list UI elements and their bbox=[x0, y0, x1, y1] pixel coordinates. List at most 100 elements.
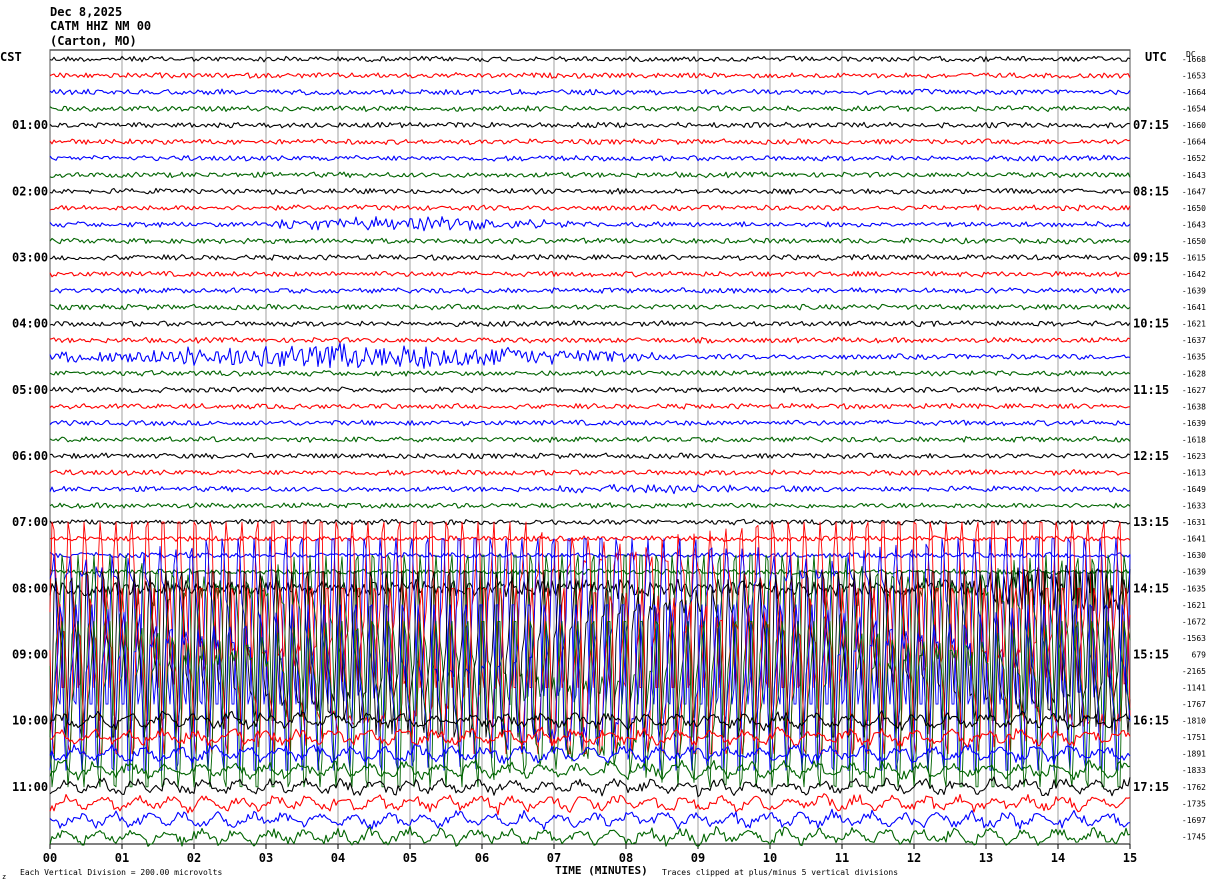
x-tick-label: 10 bbox=[763, 851, 777, 865]
dc-offset-label: -1653 bbox=[1182, 72, 1206, 81]
utc-time-label: 09:15 bbox=[1133, 250, 1169, 264]
x-tick-label: 05 bbox=[403, 851, 417, 865]
seismic-trace bbox=[49, 55, 1131, 63]
utc-time-label: 17:15 bbox=[1133, 780, 1169, 794]
dc-offset-label: -1654 bbox=[1182, 105, 1206, 114]
dc-offset-label: -1650 bbox=[1182, 237, 1206, 246]
seismic-trace bbox=[49, 187, 1131, 195]
utc-time-label: 16:15 bbox=[1133, 714, 1169, 728]
x-tick-label: 04 bbox=[331, 851, 345, 865]
seismic-trace bbox=[49, 369, 1131, 377]
x-tick-label: 00 bbox=[43, 851, 57, 865]
seismic-trace bbox=[49, 336, 1131, 344]
seismic-trace bbox=[49, 759, 1131, 781]
dc-offset-label: -1563 bbox=[1182, 634, 1206, 643]
dc-offset-label: -1668 bbox=[1182, 55, 1206, 64]
utc-time-label: 10:15 bbox=[1133, 317, 1169, 331]
x-tick-label: 01 bbox=[115, 851, 129, 865]
seismic-trace bbox=[49, 320, 1131, 328]
x-tick-label: 12 bbox=[907, 851, 921, 865]
x-tick-label: 14 bbox=[1051, 851, 1065, 865]
dc-offset-label: -1635 bbox=[1182, 584, 1206, 593]
dc-offset-label: -1643 bbox=[1182, 171, 1206, 180]
utc-time-label: 07:15 bbox=[1133, 118, 1169, 132]
utc-time-label: 13:15 bbox=[1133, 515, 1169, 529]
cst-time-label: 10:00 bbox=[12, 714, 48, 728]
dc-offset-label: -1697 bbox=[1182, 816, 1206, 825]
cst-time-label: 02:00 bbox=[12, 184, 48, 198]
dc-offset-label: -1652 bbox=[1182, 154, 1206, 163]
x-tick-label: 03 bbox=[259, 851, 273, 865]
dc-offset-label: -1672 bbox=[1182, 617, 1206, 626]
seismic-trace bbox=[49, 303, 1131, 311]
x-tick-label: 02 bbox=[187, 851, 201, 865]
footer-clip-note: Traces clipped at plus/minus 5 vertical … bbox=[662, 868, 898, 877]
dc-offset-label: -1633 bbox=[1182, 502, 1206, 511]
seismic-trace bbox=[49, 72, 1131, 79]
seismic-trace bbox=[49, 270, 1130, 278]
x-tick-label: 13 bbox=[979, 851, 993, 865]
utc-time-label: 14:15 bbox=[1133, 581, 1169, 595]
dc-offset-label: -1891 bbox=[1182, 750, 1206, 759]
seismic-trace bbox=[49, 793, 1131, 816]
x-tick-label: 15 bbox=[1123, 851, 1137, 865]
dc-offset-label: -2165 bbox=[1182, 667, 1206, 676]
seismic-trace bbox=[49, 154, 1131, 162]
dc-offset-label: -1642 bbox=[1182, 270, 1206, 279]
dc-offset-label: -1745 bbox=[1182, 832, 1206, 841]
dc-offset-label: -1639 bbox=[1182, 568, 1206, 577]
dc-offset-label: -1631 bbox=[1182, 518, 1206, 527]
dc-offset-label: -1623 bbox=[1182, 452, 1206, 461]
dc-offset-label: -1767 bbox=[1182, 700, 1206, 709]
dc-offset-label: -1613 bbox=[1182, 469, 1206, 478]
dc-offset-label: -1664 bbox=[1182, 138, 1206, 147]
seismic-trace bbox=[49, 402, 1131, 410]
seismic-trace bbox=[49, 483, 1131, 495]
seismic-trace bbox=[49, 287, 1131, 295]
seismic-trace bbox=[49, 452, 1131, 460]
dc-offset-label: -1647 bbox=[1182, 187, 1206, 196]
x-tick-label: 11 bbox=[835, 851, 849, 865]
x-tick-label: 07 bbox=[547, 851, 561, 865]
dc-offset-label: -1615 bbox=[1182, 253, 1206, 262]
cst-time-label: 07:00 bbox=[12, 515, 48, 529]
dc-offset-label: -1762 bbox=[1182, 783, 1206, 792]
dc-offset-label: -1635 bbox=[1182, 353, 1206, 362]
utc-time-label: 15:15 bbox=[1133, 647, 1169, 661]
seismic-trace bbox=[49, 121, 1131, 129]
dc-offset-label: -1621 bbox=[1182, 320, 1206, 329]
header-date: Dec 8,2025 bbox=[50, 5, 122, 19]
dc-offset-label: -1643 bbox=[1182, 220, 1206, 229]
left-axis-label: CST bbox=[0, 50, 22, 64]
cst-time-label: 08:00 bbox=[12, 581, 48, 595]
dc-offset-label: -1638 bbox=[1182, 402, 1206, 411]
seismic-trace bbox=[49, 216, 1131, 232]
cst-time-label: 01:00 bbox=[12, 118, 48, 132]
dc-offset-label: -1141 bbox=[1182, 684, 1206, 693]
right-axis-label: UTC bbox=[1145, 50, 1167, 64]
cst-time-label: 09:00 bbox=[12, 647, 48, 661]
utc-time-label: 12:15 bbox=[1133, 449, 1169, 463]
seismic-trace bbox=[49, 138, 1131, 146]
seismic-trace bbox=[49, 171, 1131, 179]
seismic-trace bbox=[49, 436, 1131, 443]
dc-offset-label: -1833 bbox=[1182, 766, 1206, 775]
seismic-trace bbox=[49, 237, 1131, 245]
x-tick-label: 08 bbox=[619, 851, 633, 865]
dc-offset-label: -1641 bbox=[1182, 535, 1206, 544]
seismic-trace bbox=[49, 204, 1131, 212]
dc-offset-label: -1627 bbox=[1182, 386, 1206, 395]
dc-offset-label: -1735 bbox=[1182, 799, 1206, 808]
dc-offset-label: -1628 bbox=[1182, 369, 1206, 378]
x-tick-label: 09 bbox=[691, 851, 705, 865]
corner-mark: z bbox=[2, 873, 6, 881]
dc-offset-label: -1630 bbox=[1182, 551, 1206, 560]
x-axis-title: TIME (MINUTES) bbox=[555, 864, 648, 877]
header-location: (Carton, MO) bbox=[50, 34, 137, 48]
cst-time-label: 05:00 bbox=[12, 383, 48, 397]
dc-offset-label: -1621 bbox=[1182, 601, 1206, 610]
seismic-trace bbox=[49, 105, 1131, 113]
seismic-trace bbox=[49, 342, 1131, 369]
seismic-trace bbox=[49, 808, 1131, 831]
seismic-trace bbox=[49, 468, 1131, 476]
